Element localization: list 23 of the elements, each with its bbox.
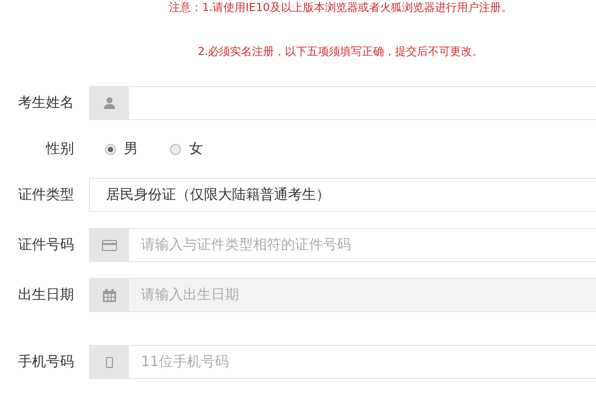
calendar-icon (102, 288, 116, 302)
input-field[interactable] (129, 86, 596, 120)
input-field[interactable]: 11位手机号码 (129, 345, 596, 379)
radio-option[interactable]: 男 (105, 140, 138, 158)
notice-text: 2.必须实名注册，以下五项须填写正确，提交后不可更改。 (198, 44, 484, 60)
radio-option[interactable]: 女 (170, 140, 203, 158)
select-field[interactable]: 居民身份证（仅限大陆籍普通考生） (89, 178, 596, 212)
field-label: 证件号码 (17, 236, 74, 254)
field-label: 手机号码 (17, 353, 74, 371)
card-icon (102, 240, 116, 250)
radio-button[interactable] (170, 144, 181, 154)
field-label: 考生姓名 (17, 94, 74, 112)
input-field[interactable]: 请输入与证件类型相符的证件号码 (129, 228, 596, 262)
person-icon (104, 97, 114, 109)
input-field[interactable]: 请输入出生日期 (129, 278, 596, 312)
notice-text: 注意：1.请使用IE10及以上版本浏览器或者火狐浏览器进行用户注册。 (169, 0, 512, 16)
radio-label: 男 (124, 140, 138, 158)
radio-button[interactable] (105, 144, 116, 154)
field-label: 性别 (44, 140, 74, 158)
field-label: 证件类型 (17, 186, 74, 204)
phone-icon (106, 356, 112, 368)
field-label: 出生日期 (17, 286, 74, 304)
radio-label: 女 (189, 140, 203, 158)
